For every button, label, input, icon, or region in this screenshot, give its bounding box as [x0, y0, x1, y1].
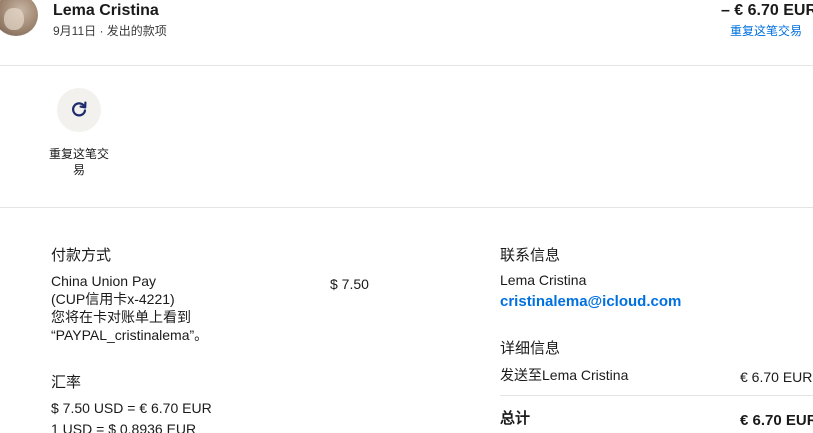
repeat-transaction-link[interactable]: 重复这笔交易 — [730, 22, 802, 39]
action-row: 重复这笔交易 — [0, 66, 813, 208]
transaction-meta: 9月11日 · 发出的款项 — [53, 24, 167, 38]
transaction-amount: – € 6.70 EUR — [720, 2, 813, 19]
exchange-rate-title: 汇率 — [51, 374, 82, 391]
repeat-transaction-button[interactable]: 重复这笔交易 — [46, 88, 112, 178]
repeat-button-circle[interactable] — [57, 88, 101, 132]
details-divider — [500, 395, 813, 396]
statement-descriptor: “PAYPAL_cristinalema”。 — [51, 327, 209, 343]
sent-to-amount: € 6.70 EUR — [740, 369, 813, 385]
payment-amount: $ 7.50 — [330, 276, 369, 292]
statement-note: 您将在卡对账单上看到 — [51, 309, 191, 325]
sent-to-label: 发送至Lema Cristina — [500, 367, 629, 383]
payment-method-title: 付款方式 — [51, 247, 112, 264]
payment-method-name: China Union Pay — [51, 273, 157, 289]
exchange-rate-line: $ 7.50 USD = € 6.70 EUR — [51, 400, 212, 416]
avatar — [0, 0, 38, 36]
contact-email-link[interactable]: cristinalema@icloud.com — [500, 293, 681, 310]
contact-info-title: 联系信息 — [500, 247, 561, 264]
transaction-header: Lema Cristina 9月11日 · 发出的款项 – € 6.70 EUR… — [0, 0, 813, 66]
repeat-button-label: 重复这笔交易 — [48, 147, 109, 177]
total-amount: € 6.70 EUR — [740, 412, 813, 429]
total-label: 总计 — [500, 410, 531, 427]
payment-method-card: (CUP信用卡x-4221) — [51, 291, 175, 307]
payee-name: Lema Cristina — [53, 2, 159, 19]
details-title: 详细信息 — [500, 340, 561, 357]
transaction-details-page: Lema Cristina 9月11日 · 发出的款项 – € 6.70 EUR… — [0, 0, 813, 433]
exchange-rate-unit: 1 USD = $ 0.8936 EUR — [51, 421, 197, 433]
refresh-icon — [72, 101, 87, 117]
contact-name: Lema Cristina — [500, 272, 587, 288]
